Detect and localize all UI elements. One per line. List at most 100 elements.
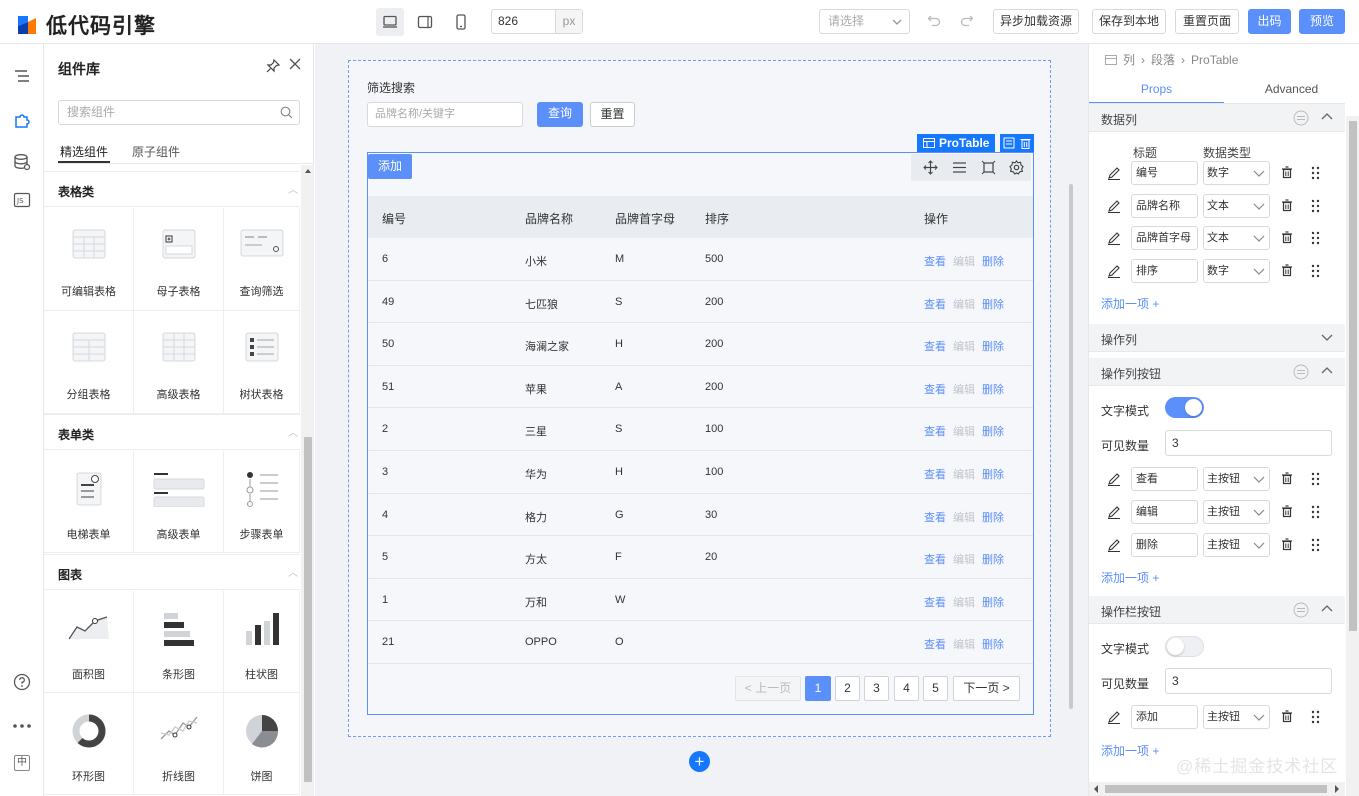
item-label-input[interactable]: 排序 — [1131, 258, 1198, 283]
section-action-bar-buttons[interactable]: 操作栏按钮 — [1089, 596, 1345, 624]
settings-gear-icon[interactable] — [1009, 160, 1024, 175]
protable[interactable]: 添加 编号 品牌名称 品牌首字母 排序 操作 6 小米 M 500 查看 编辑 删除 49 七匹… — [367, 152, 1034, 715]
drag-handle-icon[interactable] — [1311, 264, 1320, 278]
item-label-input[interactable]: 删除 — [1131, 533, 1198, 557]
tab-advanced[interactable]: Advanced — [1224, 82, 1359, 96]
row-edit-link[interactable]: 编辑 — [953, 338, 975, 354]
add-block-button[interactable]: + — [689, 751, 710, 772]
column-header[interactable]: 操作 — [924, 210, 948, 227]
row-edit-link[interactable]: 编辑 — [953, 296, 975, 312]
item-type-select[interactable]: 主按钮 — [1203, 533, 1270, 557]
fullscreen-icon[interactable] — [981, 160, 996, 175]
row-delete-link[interactable]: 删除 — [982, 253, 1004, 269]
row-delete-link[interactable]: 删除 — [982, 338, 1004, 354]
filter-keyword-input[interactable]: 品牌名称/关键字 — [367, 102, 523, 127]
chevron-down-icon[interactable] — [1321, 332, 1333, 342]
column-header[interactable]: 排序 — [705, 210, 729, 227]
component-editable-table[interactable]: 可编辑表格 — [44, 208, 134, 311]
chevron-up-icon[interactable] — [1321, 366, 1333, 376]
component-bar-chart[interactable]: 条形图 — [134, 591, 224, 693]
section-data-columns[interactable]: 数据列 — [1089, 104, 1345, 132]
canvas-scrollbar[interactable] — [1069, 184, 1073, 709]
item-type-select[interactable]: 主按钮 — [1203, 500, 1270, 524]
drag-handle-icon[interactable] — [1311, 166, 1320, 180]
row-view-link[interactable]: 查看 — [924, 423, 946, 439]
row-delete-link[interactable]: 删除 — [982, 423, 1004, 439]
category-chart[interactable]: 图表 ︿ — [44, 554, 300, 590]
trash-icon[interactable] — [1281, 166, 1293, 179]
item-type-select[interactable]: 文本 — [1203, 226, 1270, 250]
page-4-button[interactable]: 4 — [894, 676, 919, 701]
reset-page-button[interactable]: 重置页面 — [1175, 9, 1239, 34]
row-delete-link[interactable]: 删除 — [982, 551, 1004, 567]
props-scrollbar[interactable] — [1346, 116, 1359, 796]
page-1-button[interactable]: 1 — [805, 676, 831, 701]
props-scroll-thumb[interactable] — [1349, 121, 1357, 631]
code-editor-button[interactable]: JS — [12, 190, 32, 210]
filter-reset-button[interactable]: 重置 — [590, 102, 635, 127]
language-switch[interactable]: 中 — [14, 755, 30, 771]
trash-icon[interactable] — [1281, 472, 1293, 485]
item-label-input[interactable]: 编辑 — [1131, 500, 1198, 524]
trash-icon[interactable] — [1281, 231, 1293, 244]
item-type-select[interactable]: 数字 — [1203, 161, 1270, 185]
component-pie-chart[interactable]: 饼图 — [224, 693, 300, 795]
row-edit-link[interactable]: 编辑 — [953, 594, 975, 610]
async-load-button[interactable]: 异步加载资源 — [993, 9, 1079, 34]
edit-pencil-icon[interactable] — [1107, 166, 1121, 180]
row-edit-link[interactable]: 编辑 — [953, 381, 975, 397]
tab-featured[interactable]: 精选组件 — [57, 143, 111, 163]
column-header[interactable]: 品牌首字母 — [615, 210, 675, 227]
component-ring-chart[interactable]: 环形图 — [44, 693, 134, 795]
item-label-input[interactable]: 查看 — [1131, 467, 1198, 491]
item-type-select[interactable]: 主按钮 — [1203, 467, 1270, 491]
text-mode-toggle-off[interactable] — [1165, 636, 1204, 657]
item-type-select[interactable]: 文本 — [1203, 193, 1270, 218]
trash-icon[interactable] — [1281, 538, 1293, 551]
section-action-column[interactable]: 操作列 — [1089, 324, 1345, 352]
variable-binding-icon[interactable] — [1293, 602, 1309, 618]
row-view-link[interactable]: 查看 — [924, 636, 946, 652]
props-horizontal-scrollbar[interactable] — [1089, 782, 1345, 796]
text-mode-toggle-on[interactable] — [1165, 397, 1204, 418]
protable-selection-tag[interactable]: ProTable — [917, 134, 996, 152]
edit-pencil-icon[interactable] — [1107, 538, 1121, 552]
row-view-link[interactable]: 查看 — [924, 296, 946, 312]
drag-handle-icon[interactable] — [1311, 710, 1320, 724]
visible-count-input[interactable]: 3 — [1165, 430, 1332, 456]
component-query-filter[interactable]: 查询筛选 — [224, 208, 300, 311]
mobile-view-button[interactable] — [447, 8, 475, 36]
row-edit-link[interactable]: 编辑 — [953, 636, 975, 652]
item-type-select[interactable]: 主按钮 — [1203, 705, 1270, 729]
drag-handle-icon[interactable] — [1311, 231, 1320, 245]
close-icon[interactable] — [288, 57, 302, 71]
outline-tree-button[interactable] — [12, 66, 32, 86]
column-header[interactable]: 编号 — [382, 210, 406, 227]
tab-atomic[interactable]: 原子组件 — [132, 143, 180, 160]
row-view-link[interactable]: 查看 — [924, 338, 946, 354]
canvas-width-value[interactable]: 826 — [492, 10, 555, 33]
drag-handle-icon[interactable] — [1311, 538, 1320, 552]
row-delete-link[interactable]: 删除 — [982, 296, 1004, 312]
edit-pencil-icon[interactable] — [1107, 505, 1121, 519]
page-select[interactable]: 请选择 — [819, 9, 910, 34]
more-button[interactable] — [12, 716, 32, 736]
breadcrumb-item[interactable]: ProTable — [1191, 53, 1238, 67]
row-edit-link[interactable]: 编辑 — [953, 423, 975, 439]
row-edit-link[interactable]: 编辑 — [953, 509, 975, 525]
component-line-chart[interactable]: 折线图 — [134, 693, 224, 795]
component-elevator-form[interactable]: 电梯表单 — [44, 451, 134, 553]
tablet-view-button[interactable] — [411, 8, 439, 36]
section-action-column-buttons[interactable]: 操作列按钮 — [1089, 358, 1345, 386]
item-label-input[interactable]: 编号 — [1131, 161, 1198, 185]
item-label-input[interactable]: 品牌首字母 — [1131, 226, 1198, 250]
prev-page-button[interactable]: < 上一页 — [735, 676, 801, 701]
library-scroll-thumb[interactable] — [304, 437, 312, 782]
row-delete-link[interactable]: 删除 — [982, 381, 1004, 397]
add-bar-button-link[interactable]: 添加一项 + — [1101, 742, 1159, 759]
component-parent-child-table[interactable]: 母子表格 — [134, 208, 224, 311]
datasource-button[interactable] — [12, 152, 32, 172]
visible-count-input[interactable]: 3 — [1165, 668, 1332, 694]
row-view-link[interactable]: 查看 — [924, 594, 946, 610]
variable-binding-icon[interactable] — [1293, 364, 1309, 380]
